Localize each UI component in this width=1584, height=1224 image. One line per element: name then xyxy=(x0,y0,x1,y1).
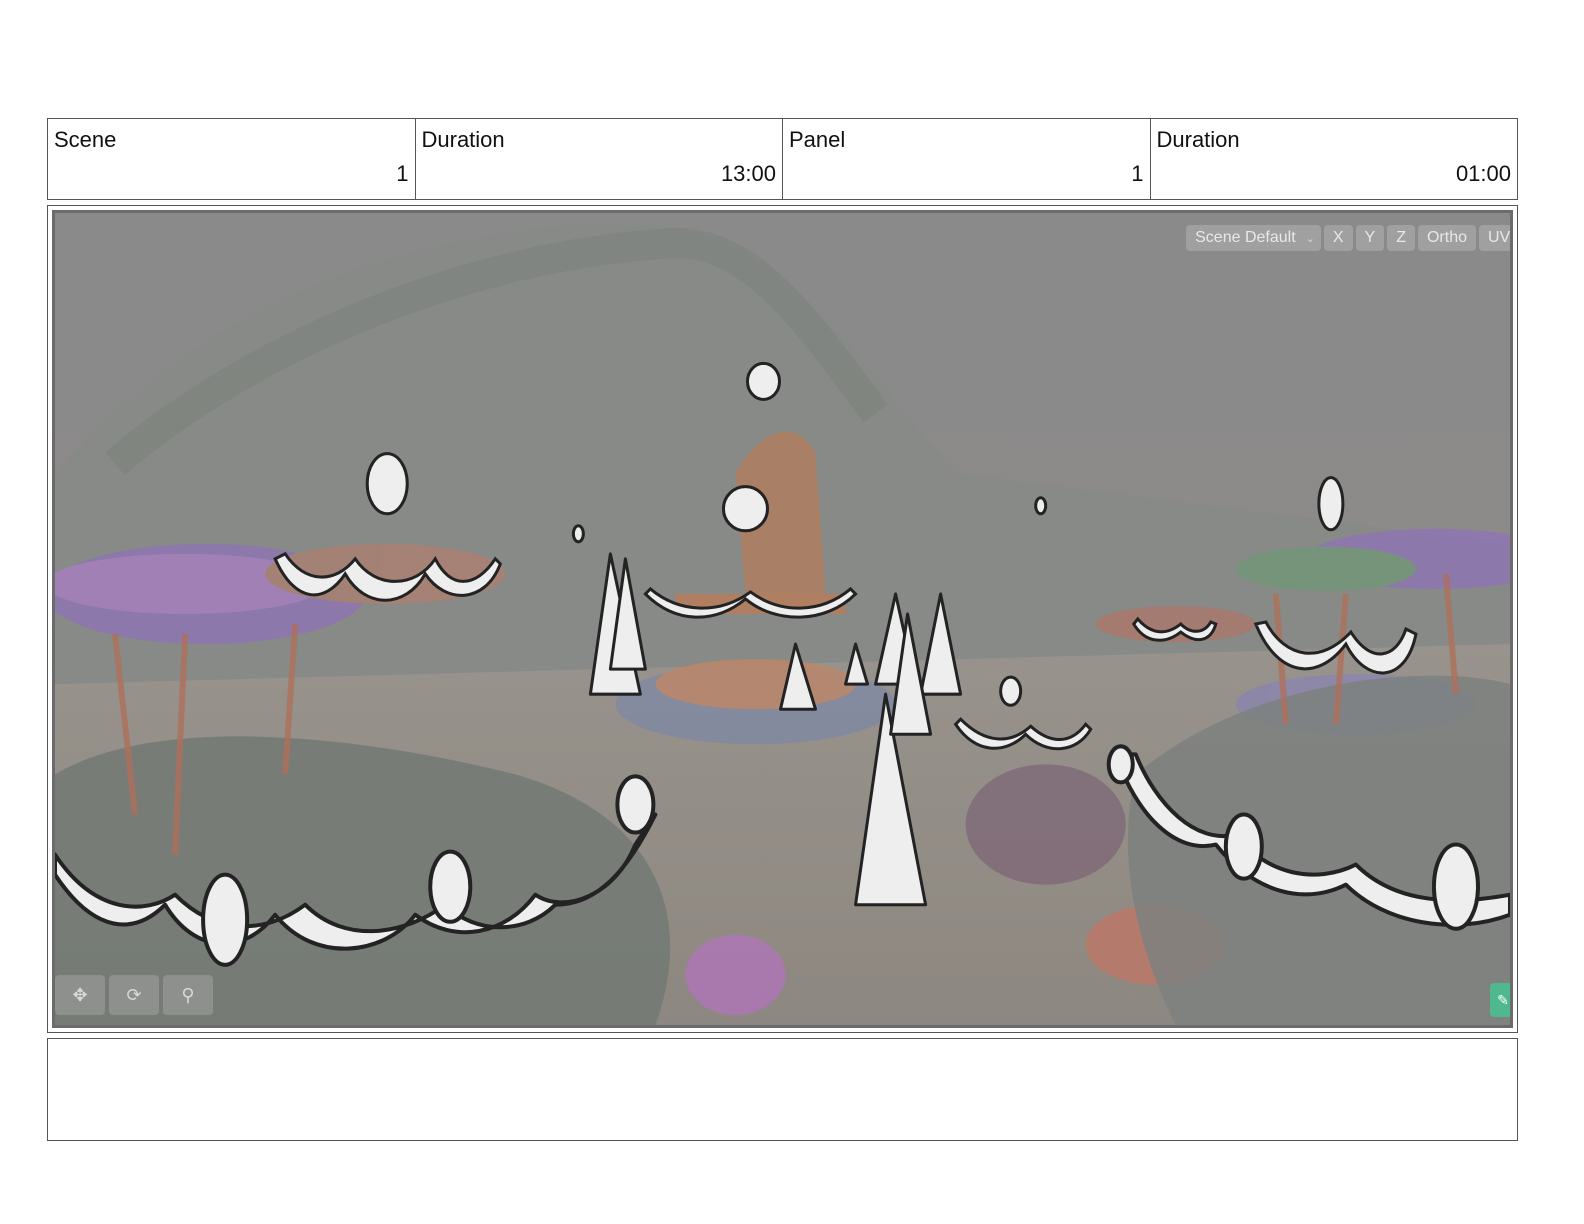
panel-notes[interactable] xyxy=(47,1038,1518,1141)
scene-label: Scene xyxy=(54,127,117,152)
camera-select-label: Scene Default xyxy=(1195,229,1296,246)
scene-duration-value: 13:00 xyxy=(720,161,776,186)
panel-number: 1 xyxy=(1131,161,1144,186)
panel-info-table: Scene 1 Duration 13:00 Panel 1 Duration … xyxy=(47,118,1518,200)
scene-number: 1 xyxy=(396,161,409,186)
orbit-icon[interactable]: ⟳ xyxy=(109,975,159,1015)
zoom-icon[interactable]: ⚲ xyxy=(163,975,213,1015)
panel-duration-label: Duration xyxy=(1156,127,1240,152)
camera-select[interactable]: Scene Default ⌄ xyxy=(1186,225,1321,251)
axis-x-button[interactable]: X xyxy=(1323,225,1353,251)
viewport-toolbar: Scene Default ⌄ X Y Z Ortho UV xyxy=(1186,225,1510,251)
ortho-button[interactable]: Ortho xyxy=(1417,225,1476,251)
3d-viewport[interactable]: Scene Default ⌄ X Y Z Ortho UV ✥ ⟳ ⚲ ✎ xyxy=(52,210,1513,1028)
axis-y-button[interactable]: Y xyxy=(1355,225,1385,251)
panel-duration-cell: Duration 01:00 xyxy=(1151,119,1518,199)
uv-button[interactable]: UV xyxy=(1479,225,1510,251)
storyboard-panel: Scene Default ⌄ X Y Z Ortho UV ✥ ⟳ ⚲ ✎ xyxy=(47,205,1518,1033)
scene-duration-cell: Duration 13:00 xyxy=(416,119,783,199)
scene-cell: Scene 1 xyxy=(48,119,416,199)
panel-cell: Panel 1 xyxy=(783,119,1151,199)
panel-label: Panel xyxy=(789,127,846,152)
chevron-down-icon: ⌄ xyxy=(1305,233,1315,245)
axis-z-button[interactable]: Z xyxy=(1387,225,1415,251)
scene-render xyxy=(55,213,1510,1025)
panel-duration-value: 01:00 xyxy=(1455,161,1511,186)
move-icon[interactable]: ✥ xyxy=(55,975,105,1015)
comment-icon[interactable]: ✎ xyxy=(1490,983,1510,1017)
scene-duration-label: Duration xyxy=(421,127,505,152)
viewport-navigation-tools: ✥ ⟳ ⚲ xyxy=(55,975,213,1015)
